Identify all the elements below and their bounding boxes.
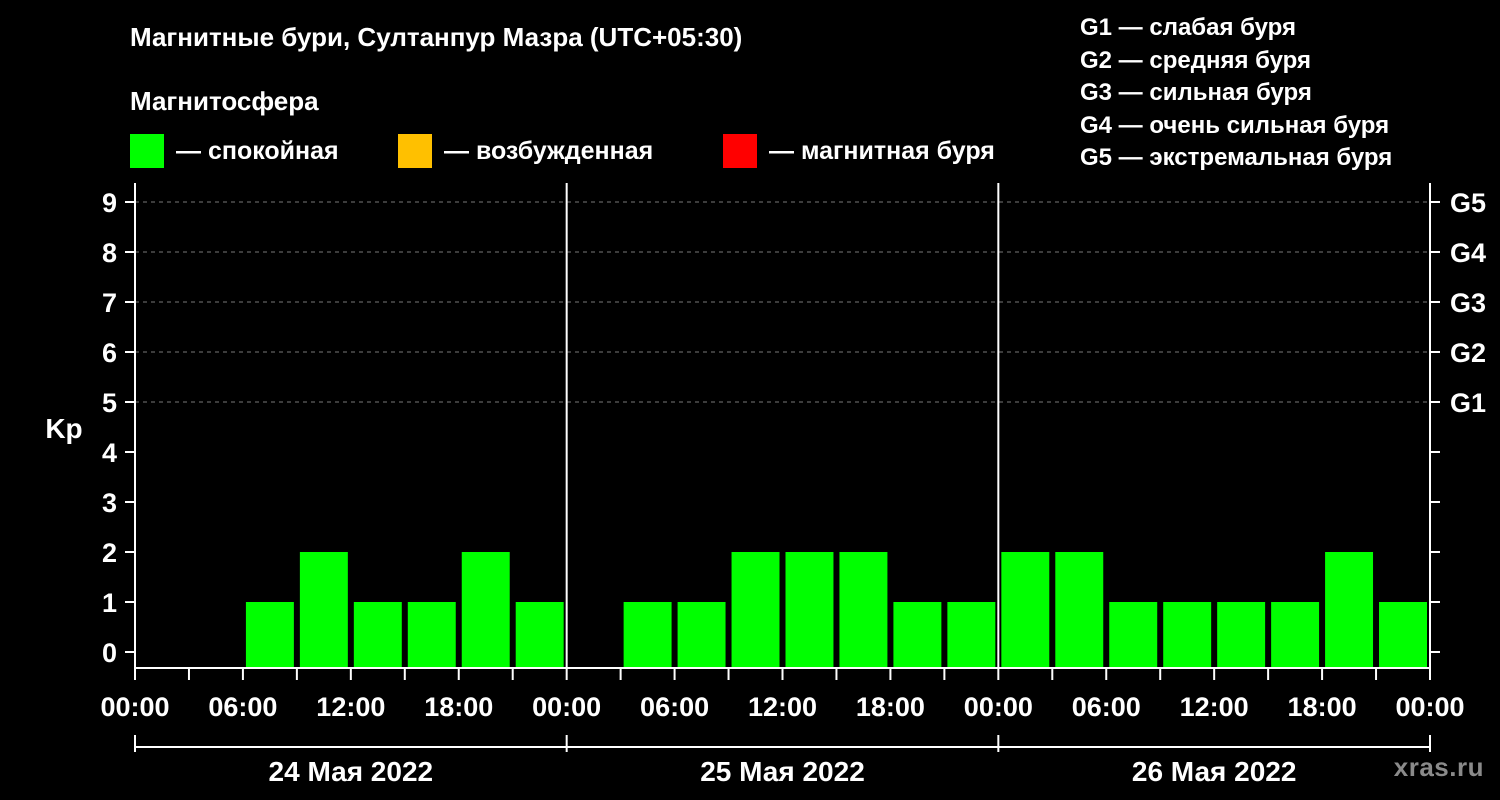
bar-20 bbox=[1217, 602, 1266, 668]
y-tick-label-8: 8 bbox=[102, 238, 117, 268]
x-tick-label-7: 18:00 bbox=[856, 692, 925, 722]
bar-3 bbox=[299, 552, 348, 668]
bar-12 bbox=[785, 552, 834, 668]
x-tick-label-11: 18:00 bbox=[1288, 692, 1357, 722]
day-label-1: 25 Мая 2022 bbox=[700, 756, 865, 787]
bar-19 bbox=[1163, 602, 1212, 668]
x-tick-label-5: 06:00 bbox=[640, 692, 709, 722]
bar-18 bbox=[1109, 602, 1158, 668]
right-label-g3: G3 bbox=[1450, 288, 1486, 318]
y-tick-label-3: 3 bbox=[102, 488, 117, 518]
x-tick-label-9: 06:00 bbox=[1072, 692, 1141, 722]
y-tick-label-4: 4 bbox=[102, 438, 117, 468]
bar-4 bbox=[353, 602, 402, 668]
bar-9 bbox=[623, 602, 672, 668]
y-tick-label-5: 5 bbox=[102, 388, 117, 418]
day-label-2: 26 Мая 2022 bbox=[1132, 756, 1297, 787]
bar-14 bbox=[893, 602, 942, 668]
bar-2 bbox=[245, 602, 294, 668]
y-tick-label-0: 0 bbox=[102, 638, 117, 668]
x-tick-label-1: 06:00 bbox=[208, 692, 277, 722]
bar-10 bbox=[677, 602, 726, 668]
x-tick-label-8: 00:00 bbox=[964, 692, 1033, 722]
y-tick-label-1: 1 bbox=[102, 588, 117, 618]
x-tick-label-12: 00:00 bbox=[1395, 692, 1464, 722]
y-tick-label-9: 9 bbox=[102, 188, 117, 218]
x-tick-label-2: 12:00 bbox=[316, 692, 385, 722]
right-label-g2: G2 bbox=[1450, 338, 1486, 368]
x-tick-label-3: 18:00 bbox=[424, 692, 493, 722]
y-tick-label-2: 2 bbox=[102, 538, 117, 568]
x-tick-label-4: 00:00 bbox=[532, 692, 601, 722]
right-label-g1: G1 bbox=[1450, 388, 1486, 418]
y-tick-label-7: 7 bbox=[102, 288, 117, 318]
bar-17 bbox=[1055, 552, 1104, 668]
x-tick-label-0: 00:00 bbox=[100, 692, 169, 722]
bar-22 bbox=[1325, 552, 1374, 668]
kp-chart: 0 1 2 3 4 5 6 7 8 9 G1 G2 G3 G4 G5 Kp 00:00 06:00 12:00 18:… bbox=[45, 183, 1486, 787]
bar-23 bbox=[1379, 602, 1427, 668]
y-axis-label: Kp bbox=[45, 413, 82, 444]
bar-16 bbox=[1001, 552, 1050, 668]
bar-21 bbox=[1271, 602, 1320, 668]
bar-5 bbox=[407, 602, 456, 668]
x-tick-label-6: 12:00 bbox=[748, 692, 817, 722]
y-tick-label-6: 6 bbox=[102, 338, 117, 368]
bar-6 bbox=[461, 552, 510, 668]
x-tick-label-10: 12:00 bbox=[1180, 692, 1249, 722]
bar-7 bbox=[515, 602, 564, 668]
right-label-g5: G5 bbox=[1450, 188, 1486, 218]
bar-15 bbox=[947, 602, 996, 668]
bar-11 bbox=[731, 552, 780, 668]
day-label-0: 24 Мая 2022 bbox=[269, 756, 434, 787]
watermark: xras.ru bbox=[1393, 752, 1484, 782]
right-label-g4: G4 bbox=[1450, 238, 1486, 268]
bar-13 bbox=[839, 552, 888, 668]
